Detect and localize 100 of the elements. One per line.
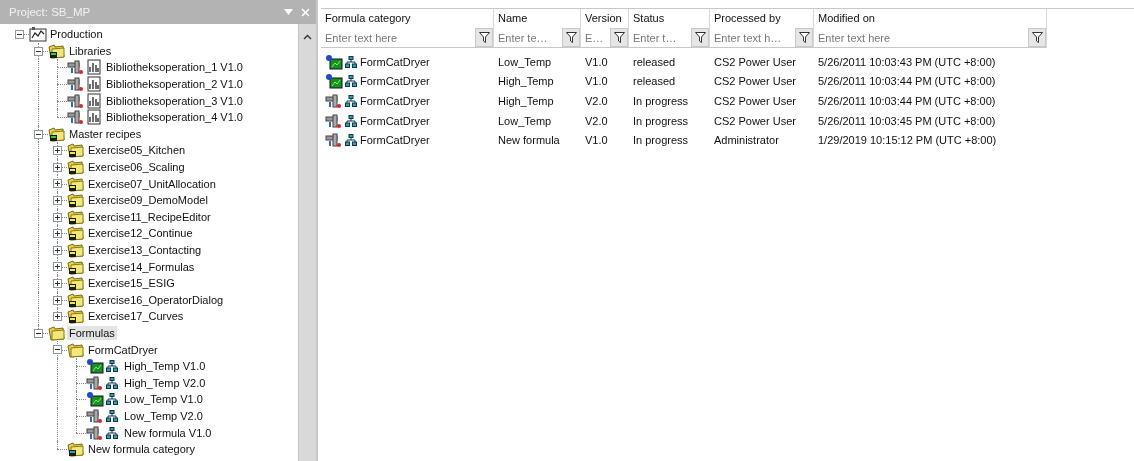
expander-toggle[interactable] (34, 328, 43, 338)
filter-icon (1031, 32, 1043, 43)
valve-icon (86, 424, 104, 441)
tree-item[interactable]: Exercise12_Continue (86, 226, 195, 241)
panel-title: Project: SB_MP (9, 6, 91, 18)
tree-item[interactable]: Exercise11_RecipeEditor (86, 209, 213, 224)
table-cell: 1/29/2019 10:15:12 PM (UTC +8:00) (818, 134, 997, 147)
tree-item[interactable]: Exercise14_Formulas (86, 259, 197, 274)
network-icon (345, 134, 357, 147)
folder-icon (67, 142, 85, 159)
expander-toggle[interactable] (53, 295, 62, 305)
expander-toggle[interactable] (34, 129, 43, 139)
filter-button[interactable] (610, 28, 628, 47)
tree-item[interactable]: Exercise16_OperatorDialog (86, 292, 226, 307)
tree-item[interactable]: New formula V1.0 (122, 425, 214, 440)
network-icon (106, 376, 118, 389)
expander-toggle[interactable] (53, 195, 62, 205)
filter-button[interactable] (1028, 28, 1046, 47)
expander-toggle[interactable] (53, 245, 62, 255)
table-cell: 5/26/2011 10:03:44 PM (UTC +8:00) (818, 75, 996, 88)
tree-item[interactable]: Low_Temp V1.0 (122, 392, 205, 407)
table-cell: V2.0 (585, 114, 608, 127)
tree-item[interactable]: High_Temp V1.0 (122, 359, 208, 374)
tree-item[interactable]: Exercise06_Scaling (86, 160, 187, 175)
tree-item[interactable]: FormCatDryer (86, 342, 160, 357)
expander-toggle[interactable] (53, 278, 62, 288)
monitor-icon (86, 391, 104, 408)
expander-toggle[interactable] (53, 262, 62, 272)
expander-toggle[interactable] (53, 229, 62, 239)
factory-chart-icon (29, 26, 47, 43)
table-cell: High_Temp (498, 95, 554, 107)
folder-icon (48, 325, 66, 341)
monitor-icon (86, 358, 104, 375)
table-cell: V1.0 (585, 134, 608, 147)
table-cell: CS2 Power User (714, 114, 796, 127)
table-cell: CS2 Power User (714, 75, 796, 88)
scroll-up-icon[interactable] (303, 34, 312, 40)
filter-icon (798, 32, 810, 43)
expander-toggle[interactable] (53, 312, 62, 322)
filter-button[interactable] (795, 28, 813, 47)
table-cell: In progress (633, 95, 689, 107)
folder-icon (67, 258, 85, 275)
tree-item[interactable]: Formulas (67, 326, 117, 340)
tree-item[interactable]: Exercise13_Contacting (86, 243, 204, 257)
tree-item[interactable]: Exercise07_UnitAllocation (86, 176, 218, 191)
tree-item[interactable]: Low_Temp V2.0 (122, 408, 205, 423)
network-icon (106, 393, 118, 406)
table-cell: New formula (498, 134, 560, 147)
document-chart-icon (85, 92, 103, 109)
tree-item[interactable]: Master recipes (67, 126, 144, 141)
tree-item[interactable]: Exercise15_ESIG (86, 276, 177, 291)
folder-icon (48, 125, 66, 142)
filter-button[interactable] (691, 28, 709, 47)
tree-item[interactable]: High_Temp V2.0 (122, 375, 208, 390)
folder-icon (67, 275, 85, 292)
table-cell: CS2 Power User (714, 95, 796, 107)
scrollbar[interactable] (298, 24, 316, 461)
table-cell: High_Temp (498, 75, 554, 88)
table-cell: Low_Temp (498, 114, 552, 127)
expander-toggle[interactable] (53, 345, 62, 355)
table-cell: 5/26/2011 10:03:44 PM (UTC +8:00) (818, 95, 996, 107)
folder-icon (67, 225, 85, 242)
tree-item[interactable]: Bibliotheksoperation_1 V1.0 (104, 60, 245, 75)
document-chart-icon (85, 59, 103, 76)
expander-toggle[interactable] (53, 179, 62, 189)
tree-item[interactable]: Exercise09_DemoModel (86, 193, 210, 208)
tree-item[interactable]: Production (48, 27, 105, 42)
table-cell: Low_Temp (498, 55, 552, 68)
filter-button[interactable] (475, 28, 493, 47)
expander-toggle[interactable] (34, 46, 43, 56)
filter-button[interactable] (562, 28, 580, 47)
table-cell: 5/26/2011 10:03:45 PM (UTC +8:00) (818, 114, 996, 127)
valve-icon (325, 93, 343, 109)
table-cell: 5/26/2011 10:03:43 PM (UTC +8:00) (818, 55, 996, 68)
folder-icon (67, 441, 85, 458)
tree-item[interactable]: Exercise17_Curves (86, 309, 186, 324)
document-chart-icon (85, 109, 103, 126)
tree-item[interactable]: Bibliotheksoperation_2 V1.0 (104, 77, 245, 92)
valve-icon (325, 112, 343, 129)
expander-toggle[interactable] (53, 162, 62, 172)
table-cell: In progress (633, 134, 689, 147)
folder-icon (67, 308, 85, 325)
expander-toggle[interactable] (53, 146, 62, 156)
tree-item[interactable]: Bibliotheksoperation_3 V1.0 (104, 93, 245, 108)
document-chart-icon (85, 76, 103, 93)
tree-item[interactable]: Exercise05_Kitchen (86, 143, 188, 158)
filter-icon (613, 32, 625, 43)
network-icon (106, 360, 118, 373)
table-cell: In progress (633, 114, 689, 127)
network-icon (106, 426, 118, 439)
folder-icon (48, 42, 66, 59)
folder-icon (67, 341, 85, 358)
network-icon (345, 95, 357, 107)
tree-item[interactable]: Bibliotheksoperation_4 V1.0 (104, 110, 245, 125)
folder-icon (67, 242, 85, 258)
monitor-icon (325, 53, 343, 70)
tree-item[interactable]: Libraries (67, 43, 114, 58)
tree-item[interactable]: New formula category (86, 442, 197, 457)
expander-toggle[interactable] (53, 212, 62, 222)
expander-toggle[interactable] (15, 30, 24, 39)
